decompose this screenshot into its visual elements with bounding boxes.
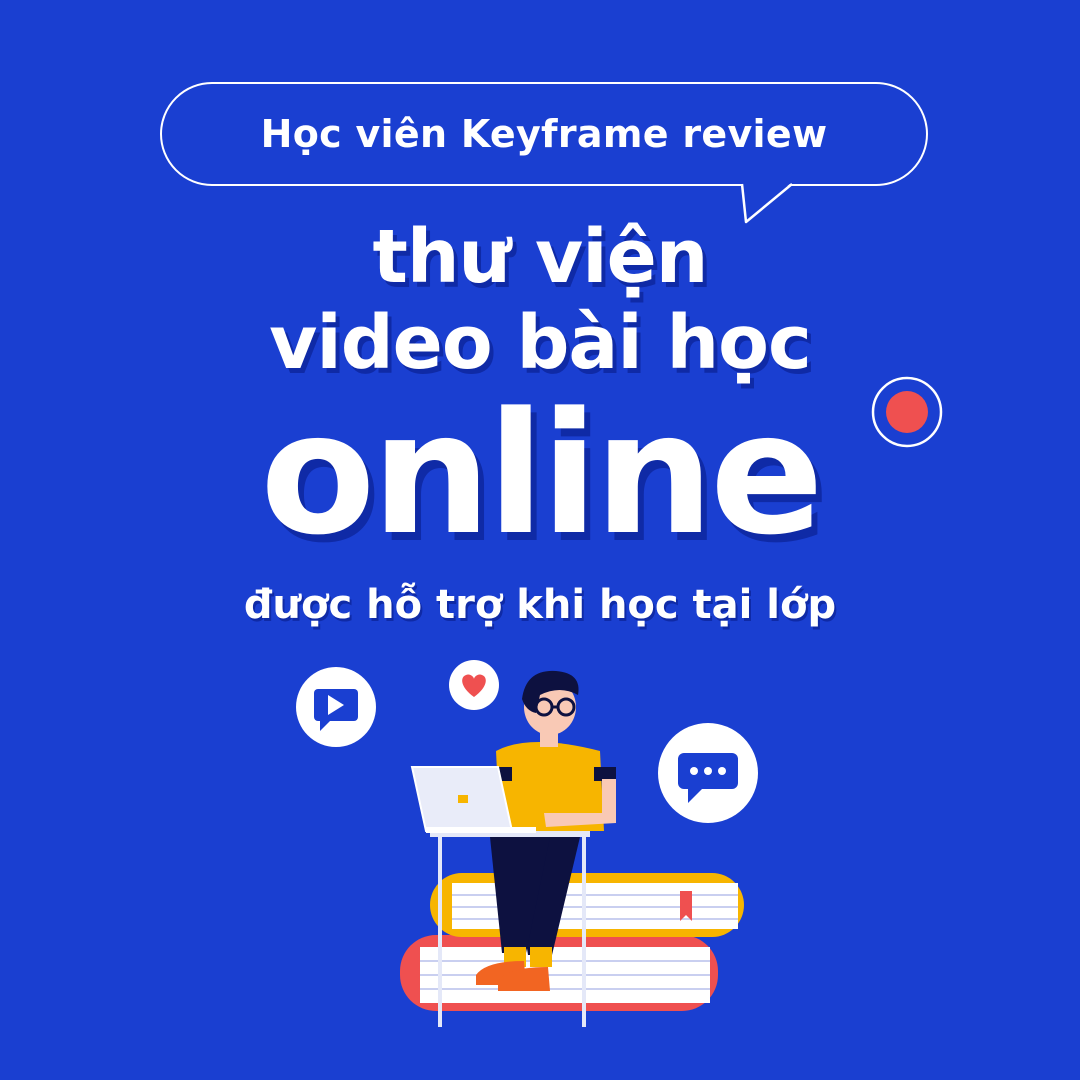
headline-line-4: được hỗ trợ khi học tại lớp [243, 582, 837, 628]
video-play-icon [296, 667, 376, 747]
headline-line-1: thư viện [372, 214, 709, 300]
chat-dots-icon [658, 723, 758, 823]
student-illustration [296, 660, 758, 1027]
bubble-text: Học viên Keyframe review [260, 112, 828, 156]
books-stack [400, 873, 744, 1011]
poster: Học viên Keyframe review thư viện video … [0, 0, 1080, 1080]
record-dot-icon [871, 376, 943, 448]
headline-line-2: video bài học [269, 300, 812, 386]
heart-icon [449, 660, 499, 710]
speech-bubble: Học viên Keyframe review [160, 82, 928, 186]
